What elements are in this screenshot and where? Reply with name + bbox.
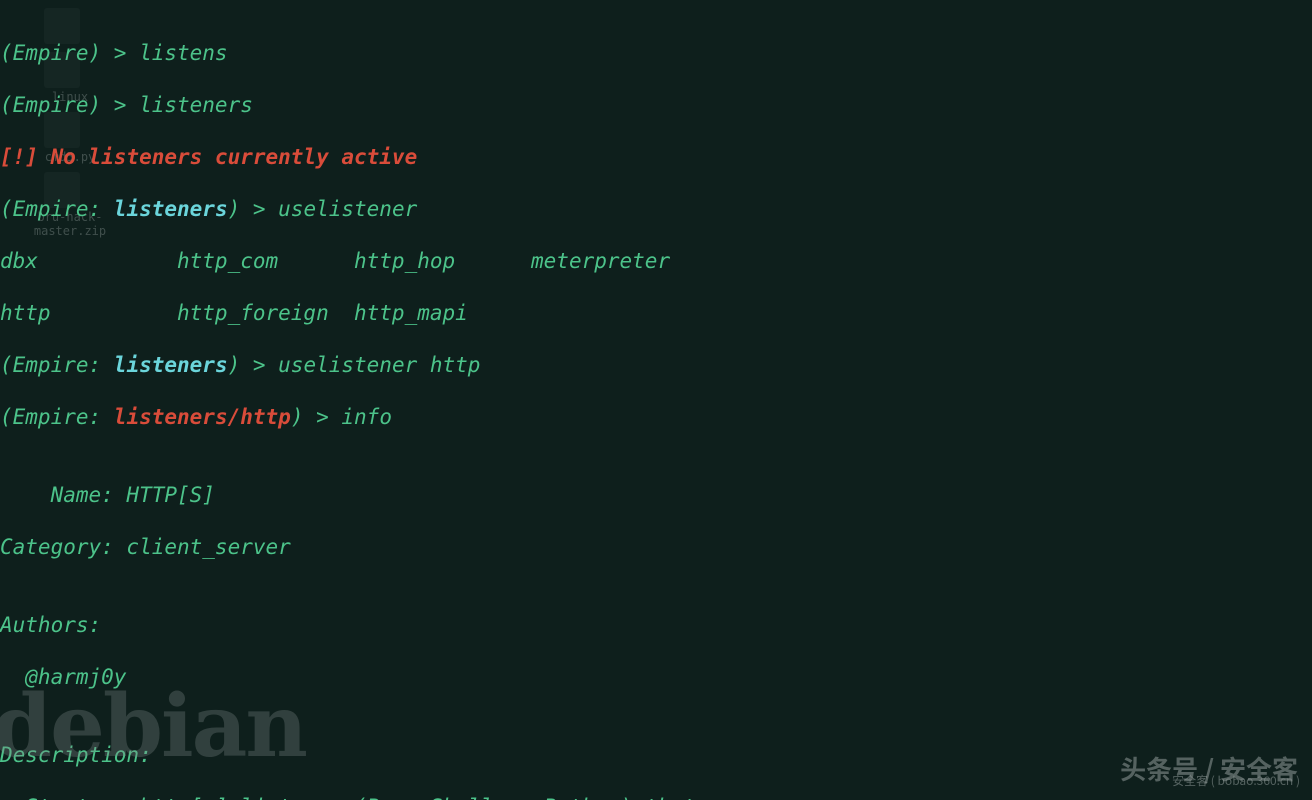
prompt-open: (Empire: [0, 197, 114, 221]
terminal-line: (Empire: listeners) > uselistener http [0, 352, 1312, 378]
terminal-line: (Empire: listeners/http) > info [0, 404, 1312, 430]
command-text: listeners [139, 93, 253, 117]
terminal-line: (Empire) > listeners [0, 92, 1312, 118]
prompt-context: listeners [114, 197, 228, 221]
command-text: listens [139, 41, 228, 65]
info-line: Starts a http[s] listener (PowerShell or… [0, 794, 1312, 800]
prompt-rest: ) > uselistener http [228, 353, 481, 377]
prompt-open: (Empire: [0, 405, 114, 429]
completion-line: dbx http_com http_hop meterpreter [0, 248, 1312, 274]
prompt: (Empire) > [0, 93, 139, 117]
prompt: (Empire) > [0, 41, 139, 65]
warning-line: [!] No listeners currently active [0, 144, 1312, 170]
terminal-output[interactable]: (Empire) > listens (Empire) > listeners … [0, 14, 1312, 800]
terminal-line: (Empire: listeners) > uselistener [0, 196, 1312, 222]
prompt-open: (Empire: [0, 353, 114, 377]
info-line: Category: client_server [0, 534, 1312, 560]
prompt-rest: ) > uselistener [228, 197, 430, 221]
info-line: Name: HTTP[S] [0, 482, 1312, 508]
info-heading: Description: [0, 742, 1312, 768]
info-heading: Authors: [0, 612, 1312, 638]
prompt-context: listeners [114, 353, 228, 377]
prompt-rest: ) > info [291, 405, 392, 429]
terminal-line: (Empire) > listens [0, 40, 1312, 66]
completion-line: http http_foreign http_mapi [0, 300, 1312, 326]
prompt-context: listeners/http [114, 405, 291, 429]
info-line: @harmj0y [0, 664, 1312, 690]
